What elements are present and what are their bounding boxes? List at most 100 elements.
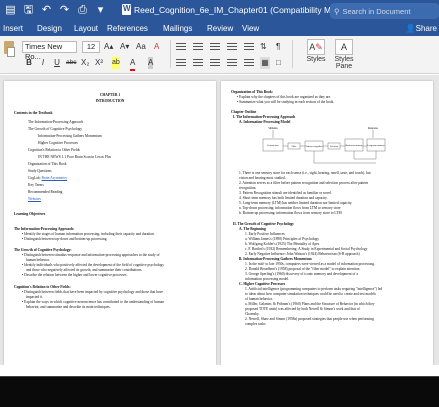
diagram-label: Filter	[292, 146, 297, 148]
window-title-text: Reed_Cognition_6e_IM_Chapter01 (Compatib…	[134, 4, 349, 15]
chapter-number: CHAPTER 1	[99, 93, 121, 97]
align-right-icon[interactable]	[210, 59, 220, 67]
outline-item: 5. Long-term memory (LTM) has neither li…	[239, 201, 353, 205]
styles-pane-button[interactable]: A Styles Pane	[330, 39, 358, 71]
strikethrough-button[interactable]: abc	[66, 57, 76, 69]
tab-insert[interactable]: Insert	[3, 24, 23, 33]
contents-item: The Information-Processing Approach	[28, 120, 84, 124]
change-case-button[interactable]: Aa	[136, 41, 146, 53]
line-spacing-icon[interactable]	[244, 59, 254, 67]
italic-button[interactable]: I	[38, 57, 48, 69]
share-button[interactable]: 👤Share	[406, 24, 437, 33]
bullet-item: • Identify individuals who positively af…	[22, 263, 165, 267]
sort-icon[interactable]: ⇅	[260, 41, 267, 53]
outline-item: b. Wolfgang Kohler's (1925) The Mentalit…	[245, 242, 320, 246]
sidebar-icon[interactable]: ▤	[4, 3, 17, 17]
customize-icon[interactable]: ▾	[94, 3, 107, 17]
font-color-button[interactable]: A	[130, 57, 136, 71]
clear-format-button[interactable]: A	[154, 41, 159, 53]
outline-item: a. William James's (1890) Principles of …	[245, 237, 319, 241]
superscript-button[interactable]: X²	[95, 57, 103, 69]
save-icon[interactable]: 🖫	[22, 3, 35, 17]
diagram-label: Short-term memory	[345, 145, 363, 147]
contents-item-websites[interactable]: Websites	[28, 197, 41, 201]
document-page-right[interactable]: Organization of This Book: • Explain why…	[221, 81, 433, 365]
outline-item: A. Information-Processing Model	[239, 120, 291, 124]
document-canvas[interactable]: CHAPTER 1 INTRODUCTION Contents in the T…	[0, 75, 439, 365]
section-heading: Cognition's Relation to Other Fields:	[14, 285, 71, 289]
justify-icon[interactable]	[227, 59, 237, 67]
diagram-label: Response	[368, 127, 379, 130]
subscript-button[interactable]: X₂	[81, 57, 89, 69]
contents-item: Key Terms	[28, 183, 44, 187]
document-page-left[interactable]: CHAPTER 1 INTRODUCTION Contents in the T…	[4, 81, 216, 365]
tab-references[interactable]: References	[107, 24, 148, 33]
styles-pane-label: Styles Pane	[334, 56, 354, 70]
contents-item: Higher Cognitive Processes	[38, 141, 78, 145]
styles-pane-icon: A	[335, 39, 353, 55]
shading-button[interactable]: A	[148, 57, 154, 69]
outline-item: Chomsky.	[245, 312, 260, 316]
objectives-heading: Learning Objectives	[14, 212, 46, 216]
underline-button[interactable]: U	[52, 57, 62, 69]
search-box[interactable]: ⚲ Search in Document	[330, 3, 439, 19]
status-strip	[0, 365, 439, 376]
diagram-label: Stimulus	[268, 127, 277, 130]
styles-gallery-button[interactable]: A✎ Styles	[303, 39, 329, 71]
outline-item: a. Miller, Galanter, & Pribram's (1960) …	[245, 302, 375, 306]
shading-fill-icon[interactable]: ▦	[260, 57, 270, 69]
paragraph-marks-icon[interactable]: ¶	[276, 41, 280, 53]
information-processing-model-diagram: Stimulus Response Sensory store Filter P…	[262, 127, 385, 164]
tab-review[interactable]: Review	[207, 24, 233, 33]
contents-item-coglab[interactable]: CogLab: Brain Asymmetry	[28, 176, 67, 180]
window-title: Reed_Cognition_6e_IM_Chapter01 (Compatib…	[122, 4, 348, 15]
shrink-font-button[interactable]: A▾	[120, 41, 129, 53]
contents-heading: Contents in the Textbook	[14, 111, 53, 115]
outline-item: proposed TOTE units) was affected by bot…	[245, 307, 360, 311]
multilevel-list-icon[interactable]	[210, 43, 220, 51]
align-center-icon[interactable]	[193, 59, 203, 67]
tab-design[interactable]: Design	[37, 24, 62, 33]
bullet-item-cont: behavior, and summarize and describe its…	[26, 305, 111, 309]
bullet-item: • Distinguish between top-down and botto…	[22, 237, 108, 241]
outline-heading: Chapter Outline	[231, 110, 257, 114]
quick-access-toolbar: ▤ 🖫 ↶ ↷ ⎙ ▾	[4, 3, 107, 17]
bold-button[interactable]: B	[24, 57, 34, 69]
outline-item: 2. Donald Broadbent's (1958) proposal of…	[245, 267, 360, 271]
font-name-field[interactable]: Times New Ro...	[22, 41, 77, 61]
numbering-icon[interactable]	[193, 43, 203, 51]
print-icon[interactable]: ⎙	[76, 3, 89, 17]
increase-indent-icon[interactable]	[244, 43, 254, 51]
outline-item: recognition.	[239, 186, 257, 190]
align-left-icon[interactable]	[176, 59, 186, 67]
paste-button[interactable]	[2, 39, 16, 69]
bullet-item-cont: impacted it.	[26, 295, 43, 299]
outline-item: 1. Artificial intelligence (programming …	[245, 287, 383, 291]
styles-label: Styles	[306, 56, 326, 63]
grow-font-button[interactable]: A▴	[104, 41, 113, 53]
undo-icon[interactable]: ↶	[40, 3, 53, 17]
font-size-field[interactable]: 12	[82, 41, 100, 53]
tab-mailings[interactable]: Mailings	[163, 24, 192, 33]
highlight-button[interactable]: ab	[112, 57, 120, 69]
bullet-item-cont: human behavior.	[26, 258, 50, 262]
outline-item: a. Top-down processing: information flow…	[239, 206, 341, 210]
outline-item: 1. There is one sensory store for each s…	[239, 171, 371, 175]
decrease-indent-icon[interactable]	[227, 43, 237, 51]
contents-item: IN THE NEWS 1.1 Poor Brain Scan in Lexos…	[38, 155, 112, 159]
ribbon-tabs: Insert Design Layout References Mailings…	[0, 22, 439, 36]
coglab-link[interactable]: Brain Asymmetry	[41, 176, 67, 180]
bullet-item: • Distinguish between stimulus-response …	[22, 253, 160, 257]
redo-icon[interactable]: ↷	[58, 3, 71, 17]
tab-view[interactable]: View	[242, 24, 259, 33]
contents-item: Cognition's Relation to Other Fields	[28, 148, 80, 152]
diagram-label: Sensory store	[267, 145, 279, 147]
styles-icon: A✎	[307, 39, 325, 55]
borders-icon[interactable]: □	[276, 57, 281, 69]
outline-item: B. Information-Processing Gathers Moment…	[239, 257, 312, 261]
outline-item: b. Bottom-up processing: information flo…	[239, 211, 342, 215]
bullets-icon[interactable]	[176, 43, 186, 51]
bullet-item: • Summarize what you will be studying in…	[237, 100, 335, 104]
outline-item: vision and hearing most studied.	[239, 176, 286, 180]
tab-layout[interactable]: Layout	[74, 24, 98, 33]
